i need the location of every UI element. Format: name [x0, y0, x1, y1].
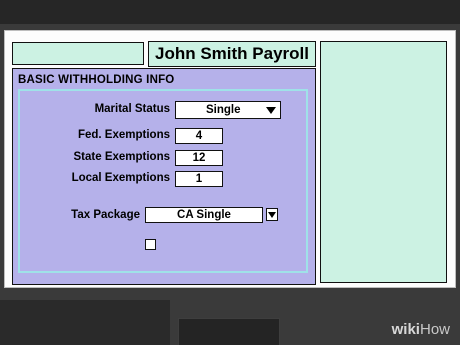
- tax-package-dropdown-button[interactable]: [266, 208, 278, 221]
- monitor: John Smith Payroll BASIC WITHHOLDING INF…: [0, 0, 460, 345]
- page-title: John Smith Payroll: [148, 41, 316, 67]
- watermark-part2: How: [419, 321, 450, 338]
- top-left-field: [12, 42, 144, 65]
- checkbox[interactable]: [145, 239, 156, 250]
- local-exemptions-label: Local Exemptions: [71, 172, 170, 184]
- fed-exemptions-field[interactable]: 4: [175, 128, 223, 144]
- wikihow-watermark: wikiHow: [392, 321, 450, 338]
- state-exemptions-label: State Exemptions: [73, 151, 171, 163]
- monitor-base-shadow: [0, 300, 170, 345]
- marital-status-label: Marital Status: [94, 103, 170, 115]
- chevron-down-icon: [266, 107, 276, 114]
- monitor-stand: [178, 318, 280, 345]
- tax-package-label: Tax Package: [71, 209, 140, 221]
- marital-status-select[interactable]: Single: [175, 101, 281, 119]
- marital-status-value: Single: [206, 104, 241, 116]
- local-exemptions-field[interactable]: 1: [175, 171, 223, 187]
- monitor-bezel: [0, 0, 460, 24]
- state-exemptions-field[interactable]: 12: [175, 150, 223, 166]
- watermark-part1: wiki: [391, 321, 420, 338]
- tax-package-select[interactable]: CA Single: [145, 207, 263, 223]
- section-title: BASIC WITHHOLDING INFO: [18, 74, 175, 86]
- right-side-panel: [320, 41, 447, 283]
- fed-exemptions-label: Fed. Exemptions: [77, 129, 170, 141]
